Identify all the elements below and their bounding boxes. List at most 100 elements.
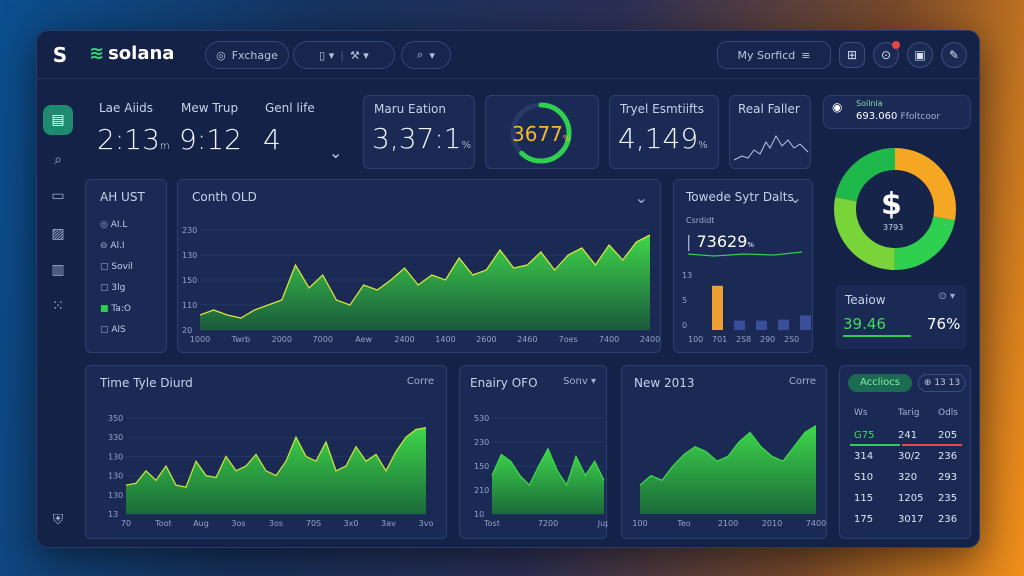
sidebar-item-cards[interactable]: ▨ [43,219,73,249]
market-cap-value: 3,37:1% [372,122,472,155]
data-table-card: Accliocs ⊕ 13 13 Ws Tarig Odls G75 241 205 314… [839,365,971,539]
list-item[interactable]: ■ Ta:O [100,304,131,314]
notification-icon[interactable]: ⊙ [873,41,900,68]
clipboard-icon[interactable]: ▯ ▾ [319,49,334,62]
y-tick-label: 350 [108,414,123,423]
x-tick-label: 3vo [419,519,434,528]
market-cap-card: Maru Eation 3,37:1% [363,95,475,169]
list-item-label: Ta:O [111,304,132,314]
y-tick-label: 20 [182,326,192,335]
sparkline [733,134,809,161]
x-tick-label: 70 [121,519,131,528]
y-tick-label: 0 [682,321,687,330]
list-item-label: AlS [111,325,126,335]
total-card: Tryel Esmtiifts 4,149% [609,95,719,169]
table-cell: S10 [854,472,874,483]
sol-chip-title: Soilnla [856,99,883,108]
x-tick-label: 2000 [272,335,292,344]
chevron-down-icon[interactable]: ⊙ ▾ [938,291,955,302]
real-faller-card[interactable]: Real Faller [729,95,811,169]
table-cell: 235 [938,493,958,504]
total-value: 4,149% [618,122,708,155]
teaiow-title: Teaiow [845,293,886,307]
dollar-icon: $ [881,187,902,222]
search-button[interactable]: ⌕ ▾ [401,41,451,69]
x-tick-label: Toot [154,519,171,528]
brand: ≋ solana [89,43,174,64]
x-tick-label: Aug [193,519,209,528]
bar [756,320,767,330]
toggle-icon: ⊖ [100,241,111,251]
layout-icon[interactable]: ⊞ [839,42,865,68]
tools-icon[interactable]: ⚒ ▾ [350,49,369,62]
table-cell: 1205 [898,493,924,504]
list-item[interactable]: ▢ AlS [100,325,126,335]
y-tick-label: 330 [108,433,123,442]
energy-chart-card: Enairy OFO Sonv ▾ 530 230 150 210 10 Tost 7200… [459,365,608,539]
x-tick-label: Twrb [231,335,250,344]
new-chart-card: New 2013 Corre 100 Teo 2100 2010 7400 [621,365,827,539]
list-item[interactable]: ⊖ Al.I [100,241,125,251]
row-highlight [850,444,900,446]
sol-chip[interactable]: ◉ Soilnla 693.060 Ffoltcoor [823,95,971,129]
x-tick-label: 7400 [806,519,826,528]
bar [734,320,745,330]
x-tick-label: 7400 [599,335,619,344]
sidebar: ▤ ⌕ ▭ ▨ ▥ ⁙ ⛨ [41,85,73,545]
x-tick-label: 2400 [640,335,660,344]
x-tick-label: 7200 [538,519,558,528]
x-tick-label: Aew [355,335,372,344]
table-header: Ws [854,408,868,418]
list-item[interactable]: ◎ AI.L [100,220,127,230]
stat-label: Mew Trup [181,101,239,115]
time-chart-card: Time Tyle Diurd Corre 350 330 130 130 130 13 7… [85,365,447,539]
radio-icon: ◎ [100,220,111,230]
top-bar: S ≋ solana ◎ Fxchage ▯ ▾ | ⚒ ▾ ⌕ ▾ My So… [37,31,981,79]
main-chart-card: Conth OLD ⌄ 230 130 150 110 20 1000 Twrb 2000 70… [177,179,661,353]
stat-value: 4 [263,123,281,156]
sidebar-item-grid[interactable]: ⁙ [43,291,73,321]
area-fill [126,427,426,514]
list-item-label: Al.I [110,241,125,251]
sidebar-item-security[interactable]: ⛨ [43,505,73,535]
exchange-button[interactable]: ◎ Fxchage [205,41,289,69]
x-tick-label: 2100 [718,519,738,528]
y-tick-label: 210 [474,486,489,495]
main-area-chart: 230 130 150 110 201000 Twrb 2000 7000 Aew 2400 140… [182,226,660,344]
sidebar-item-wallet[interactable]: ▭ [43,181,73,211]
table-cell: 236 [938,451,958,462]
stat-label: Lae Aiids [99,101,153,115]
active-box-icon: ■ [100,304,112,314]
teaiow-card: Teaiow ⊙ ▾ 39.46 76% [835,285,967,349]
x-tick-label: 100 [688,335,703,344]
x-tick-label: 100 [632,519,647,528]
x-tick-label: 2S0 [784,335,799,344]
x-tick-label: 7oes [559,335,578,344]
sidebar-item-reports[interactable]: ▥ [43,255,73,285]
account-menu[interactable]: My Sorficd ≡ [717,41,831,69]
table-cell: 3017 [898,514,924,525]
chevron-down-icon[interactable]: ⌄ [329,143,342,162]
y-tick-label: 150 [474,462,489,471]
table-cell: G75 [854,430,875,441]
x-tick-label: 2400 [394,335,414,344]
y-tick-label: 130 [108,452,123,461]
teaiow-bar [843,335,911,337]
list-item[interactable]: ▢ 3lg [100,283,125,293]
tab-other[interactable]: ⊕ 13 13 [918,374,966,392]
tab-active[interactable]: Accliocs [848,374,912,392]
table-cell: 115 [854,493,874,504]
list-item[interactable]: ▢ Sovil [100,262,133,272]
x-tick-label: 1400 [435,335,455,344]
stat-value: 2:13m [97,123,170,156]
chat-icon[interactable]: ▣ [907,42,933,68]
y-tick-label: 130 [108,491,123,500]
toolbar-group[interactable]: ▯ ▾ | ⚒ ▾ [293,41,395,69]
x-tick-label: Jup [597,519,608,528]
edit-icon[interactable]: ✎ [941,42,967,68]
list-item-label: AI.L [110,220,128,230]
sidebar-item-dashboard[interactable]: ▤ [43,105,73,135]
x-tick-label: Tost [483,519,500,528]
sidebar-item-search[interactable]: ⌕ [43,145,73,175]
y-tick-label: 230 [182,226,197,235]
